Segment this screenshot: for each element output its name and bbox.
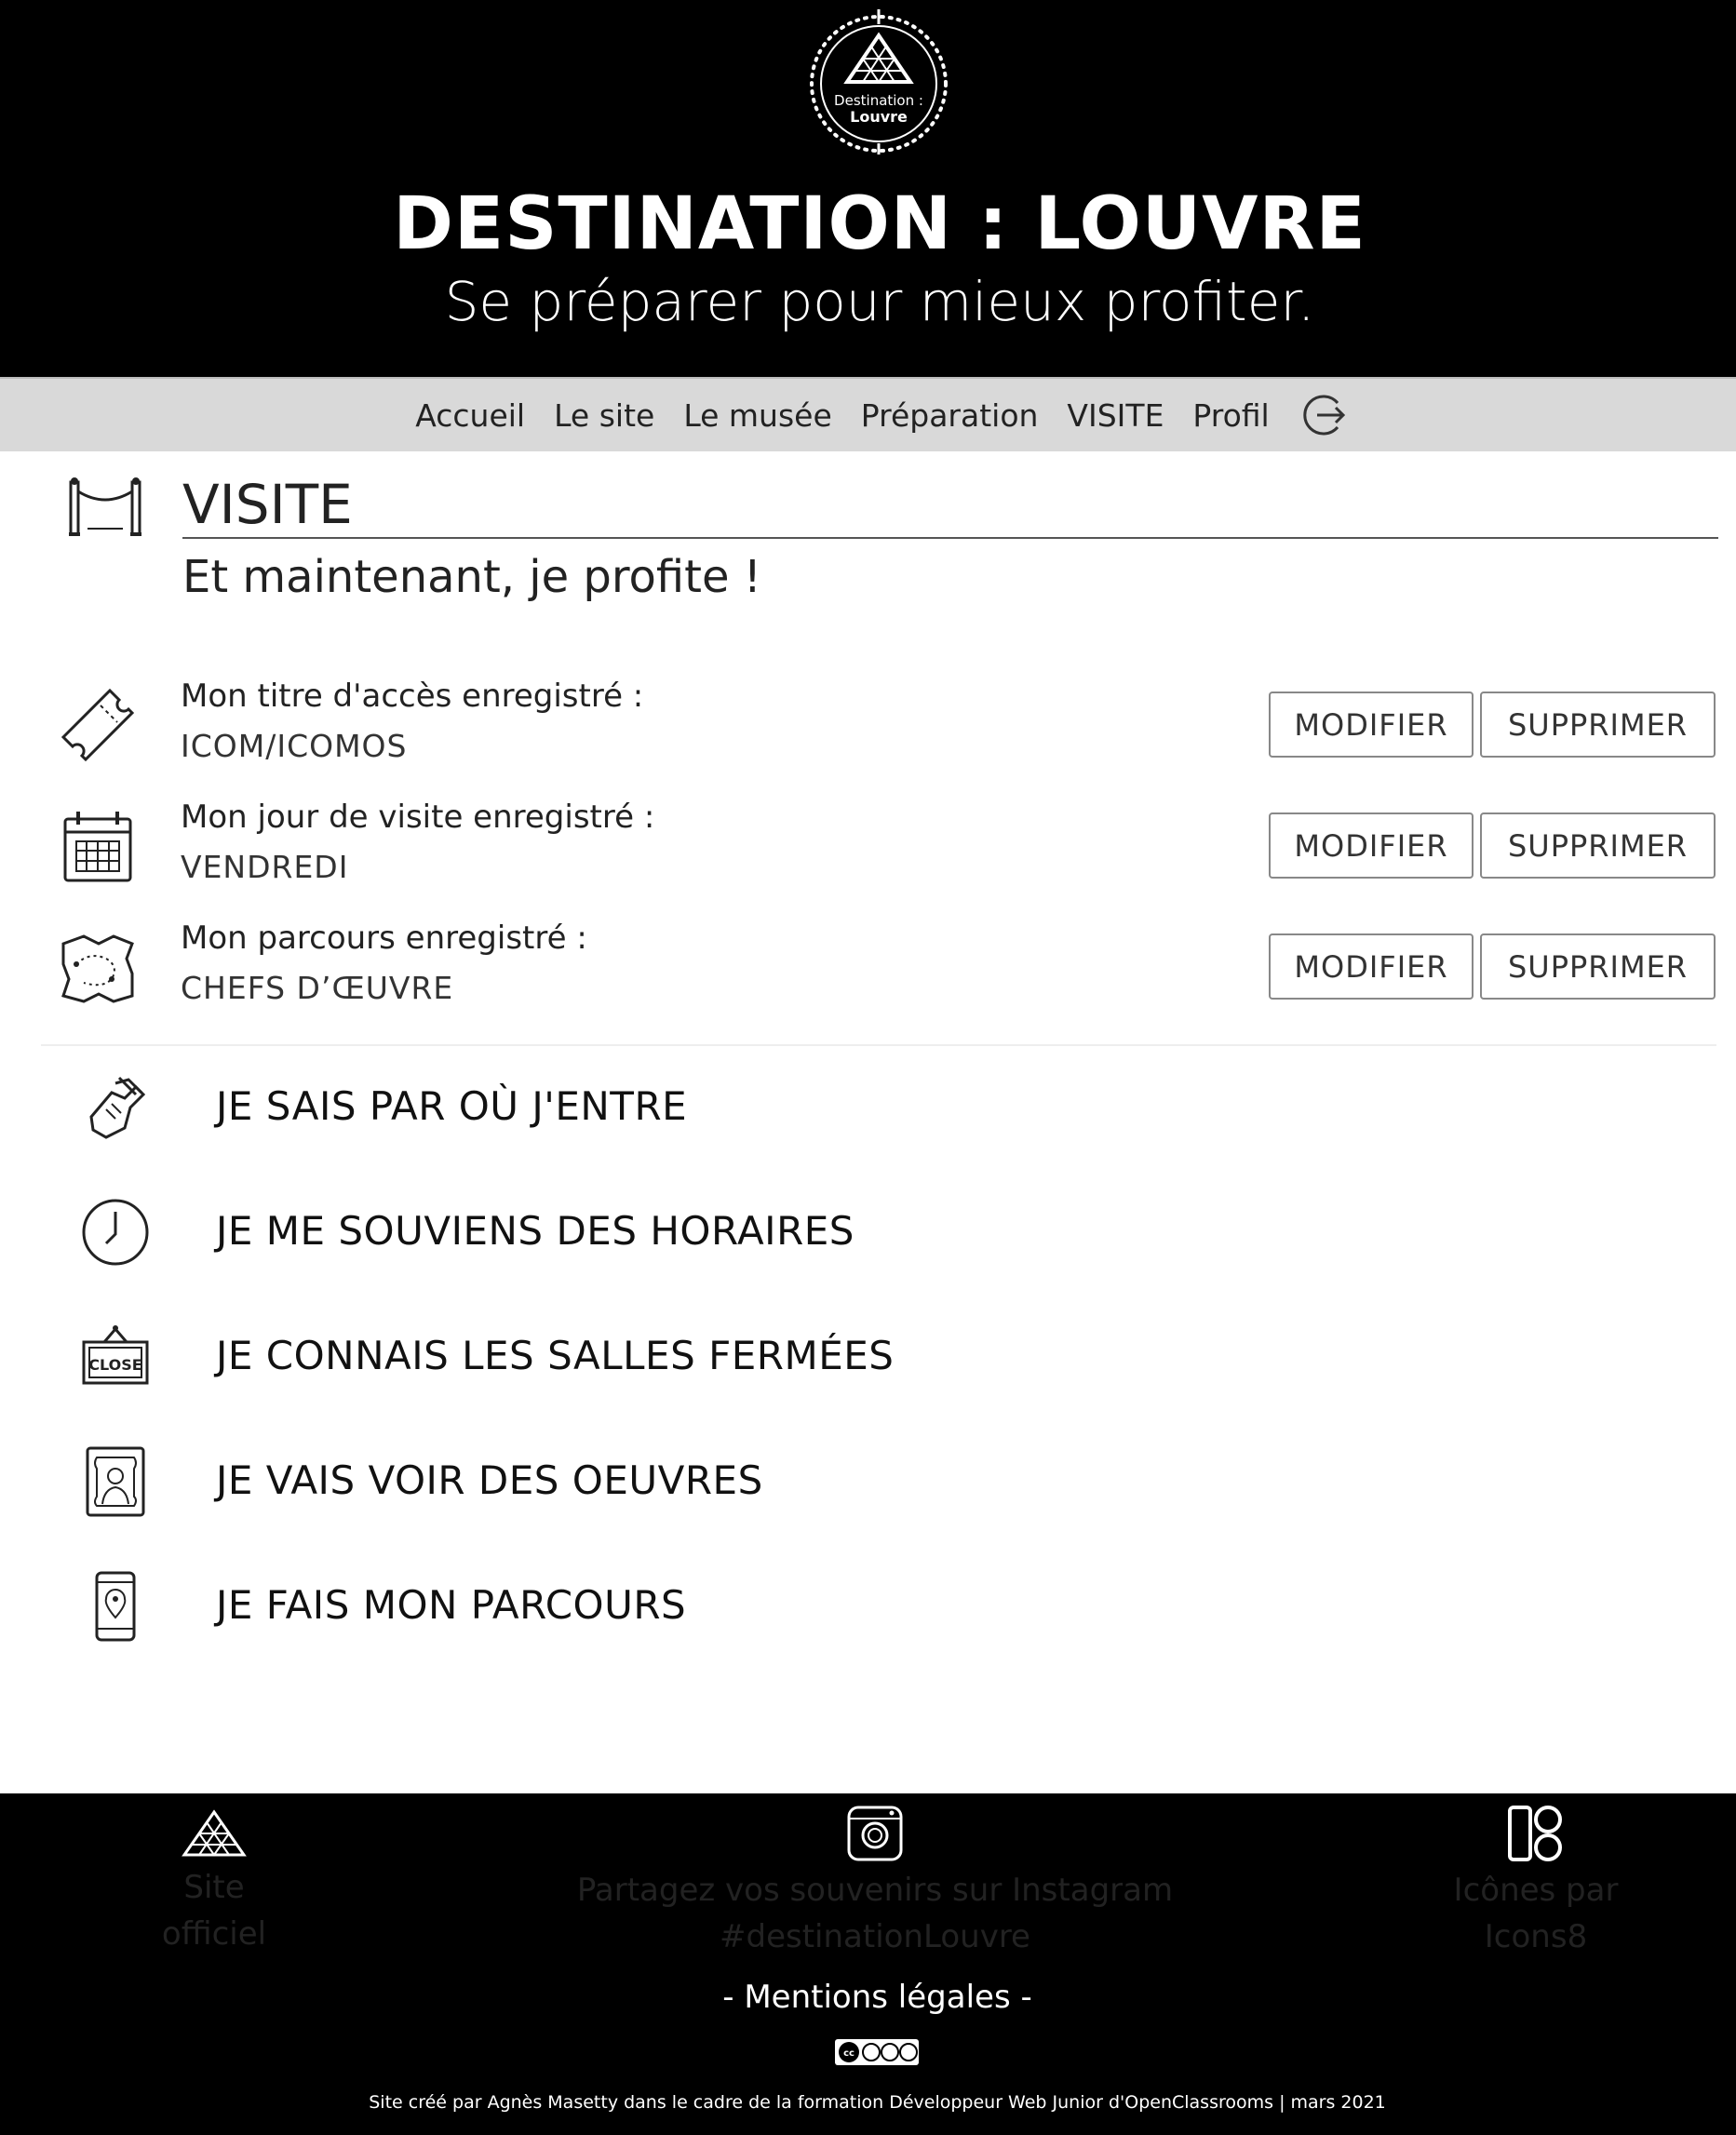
action-closed-rooms[interactable]: CLOSE JE CONNAIS LES SALLES FERMÉES: [0, 1310, 1736, 1403]
svg-text:CLOSE: CLOSE: [88, 1356, 141, 1374]
record-route: Mon parcours enregistré : CHEFS D’ŒUVRE …: [0, 920, 1736, 1022]
nav-item-visite[interactable]: VISITE: [1067, 397, 1164, 434]
nav-item-accueil[interactable]: Accueil: [415, 397, 525, 434]
records-divider: [41, 1044, 1716, 1046]
record-label: Mon jour de visite enregistré :: [181, 799, 655, 836]
site-header: Destination : Louvre DESTINATION : LOUVR…: [0, 0, 1736, 377]
delete-day-button[interactable]: SUPPRIMER: [1480, 812, 1716, 879]
calendar-icon: [63, 812, 132, 882]
close-sign-icon: CLOSE: [82, 1325, 149, 1385]
modify-route-button[interactable]: MODIFIER: [1269, 933, 1474, 1000]
icons8-icon: [1508, 1806, 1562, 1861]
action-label: JE SAIS PAR OÙ J'ENTRE: [216, 1083, 688, 1129]
section-title: VISITE: [182, 473, 353, 536]
footer-instagram-line1: Partagez vos souvenirs sur Instagram: [576, 1872, 1174, 1909]
louvre-pyramid-icon: [182, 1809, 247, 1857]
site-title: DESTINATION : LOUVRE: [393, 182, 1366, 266]
nav-item-le-site[interactable]: Le site: [554, 397, 654, 434]
destination-louvre-logo[interactable]: Destination : Louvre: [804, 9, 953, 154]
hand-ticket-icon: [89, 1076, 146, 1139]
logout-icon[interactable]: [1302, 392, 1349, 438]
instagram-icon: [847, 1806, 903, 1861]
nav-item-preparation[interactable]: Préparation: [861, 397, 1039, 434]
record-label: Mon titre d'accès enregistré :: [181, 678, 644, 715]
svg-text:cc: cc: [843, 2048, 855, 2059]
footer-official-link[interactable]: Site officiel: [121, 1808, 307, 1957]
footer-credits: Site créé par Agnès Masetty dans le cadr…: [369, 2092, 1386, 2113]
delete-ticket-button[interactable]: SUPPRIMER: [1480, 692, 1716, 758]
footer-official-line1: Site: [183, 1869, 245, 1906]
delete-route-button[interactable]: SUPPRIMER: [1480, 933, 1716, 1000]
modify-day-button[interactable]: MODIFIER: [1269, 812, 1474, 879]
section-divider: [182, 537, 1718, 539]
phone-location-icon: [95, 1571, 136, 1642]
footer-official-line2: officiel: [161, 1915, 267, 1953]
record-visit-day: Mon jour de visite enregistré : VENDREDI…: [0, 799, 1736, 901]
svg-text:Louvre: Louvre: [850, 108, 908, 126]
footer-icons8-line2: Icons8: [1484, 1918, 1588, 1955]
record-label: Mon parcours enregistré :: [181, 920, 587, 957]
action-artworks[interactable]: JE VAIS VOIR DES OEUVRES: [0, 1435, 1736, 1528]
footer-icons8-line1: Icônes par: [1453, 1872, 1619, 1909]
footer-icons8-link[interactable]: Icônes par Icons8: [1433, 1804, 1638, 1960]
portrait-frame-icon: [86, 1446, 145, 1517]
action-label: JE ME SOUVIENS DES HORAIRES: [216, 1208, 855, 1254]
action-route[interactable]: JE FAIS MON PARCOURS: [0, 1560, 1736, 1653]
record-value: VENDREDI: [181, 849, 349, 885]
nav-item-le-musee[interactable]: Le musée: [683, 397, 831, 434]
record-value: ICOM/ICOMOS: [181, 728, 408, 764]
clock-icon: [82, 1199, 149, 1266]
section-subtitle: Et maintenant, je profite !: [182, 551, 762, 603]
action-entrance[interactable]: JE SAIS PAR OÙ J'ENTRE: [0, 1061, 1736, 1154]
footer-instagram-hashtag: #destinationLouvre: [720, 1918, 1030, 1955]
action-label: JE CONNAIS LES SALLES FERMÉES: [216, 1333, 895, 1378]
ticket-icon: [61, 688, 135, 762]
creative-commons-icon[interactable]: cc: [834, 2038, 920, 2066]
svg-text:Destination :: Destination :: [834, 92, 923, 109]
museum-rope-icon: [69, 477, 141, 536]
action-label: JE VAIS VOIR DES OEUVRES: [216, 1457, 763, 1503]
record-ticket: Mon titre d'accès enregistré : ICOM/ICOM…: [0, 678, 1736, 780]
map-route-icon: [61, 934, 134, 1003]
footer-instagram-link[interactable]: Partagez vos souvenirs sur Instagram #de…: [503, 1804, 1247, 1960]
nav-item-profil[interactable]: Profil: [1192, 397, 1269, 434]
modify-ticket-button[interactable]: MODIFIER: [1269, 692, 1474, 758]
record-value: CHEFS D’ŒUVRE: [181, 970, 454, 1006]
action-hours[interactable]: JE ME SOUVIENS DES HORAIRES: [0, 1186, 1736, 1279]
main-nav: Accueil Le site Le musée Préparation VIS…: [0, 377, 1736, 451]
footer-mentions-link[interactable]: - Mentions légales -: [0, 1979, 1736, 2016]
site-subtitle: Se préparer pour mieux profiter.: [444, 270, 1315, 333]
action-label: JE FAIS MON PARCOURS: [216, 1582, 687, 1628]
